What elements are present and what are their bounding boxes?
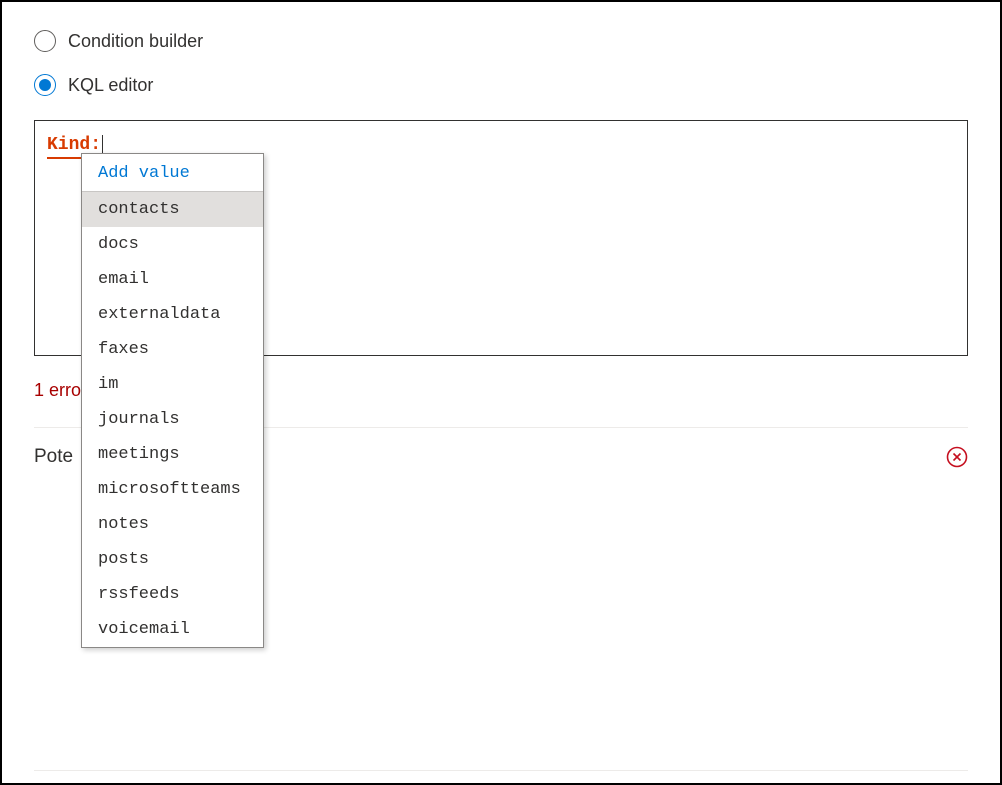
kql-editor-textarea[interactable]: Kind: Add value contactsdocsemailexterna… <box>34 120 968 356</box>
autocomplete-item-docs[interactable]: docs <box>82 227 263 262</box>
editor-mode-radio-group: Condition builder KQL editor <box>34 30 968 96</box>
autocomplete-item-contacts[interactable]: contacts <box>82 192 263 227</box>
radio-dot <box>39 79 51 91</box>
autocomplete-item-email[interactable]: email <box>82 262 263 297</box>
radio-kql-editor[interactable]: KQL editor <box>34 74 968 96</box>
autocomplete-item-voicemail[interactable]: voicemail <box>82 612 263 647</box>
autocomplete-item-journals[interactable]: journals <box>82 402 263 437</box>
autocomplete-item-rssfeeds[interactable]: rssfeeds <box>82 577 263 612</box>
radio-label-condition-builder: Condition builder <box>68 31 203 52</box>
text-cursor <box>102 135 103 153</box>
bottom-section-divider <box>34 770 968 771</box>
autocomplete-item-im[interactable]: im <box>82 367 263 402</box>
autocomplete-item-notes[interactable]: notes <box>82 507 263 542</box>
autocomplete-item-faxes[interactable]: faxes <box>82 332 263 367</box>
autocomplete-dropdown: Add value contactsdocsemailexternaldataf… <box>81 153 264 648</box>
autocomplete-header: Add value <box>82 154 263 192</box>
autocomplete-item-microsoftteams[interactable]: microsoftteams <box>82 472 263 507</box>
potential-label: Pote <box>34 446 73 468</box>
radio-circle-unselected <box>34 30 56 52</box>
autocomplete-item-meetings[interactable]: meetings <box>82 437 263 472</box>
radio-circle-selected <box>34 74 56 96</box>
autocomplete-item-posts[interactable]: posts <box>82 542 263 577</box>
autocomplete-item-externaldata[interactable]: externaldata <box>82 297 263 332</box>
radio-condition-builder[interactable]: Condition builder <box>34 30 968 52</box>
close-icon[interactable] <box>946 446 968 468</box>
radio-label-kql-editor: KQL editor <box>68 75 153 96</box>
